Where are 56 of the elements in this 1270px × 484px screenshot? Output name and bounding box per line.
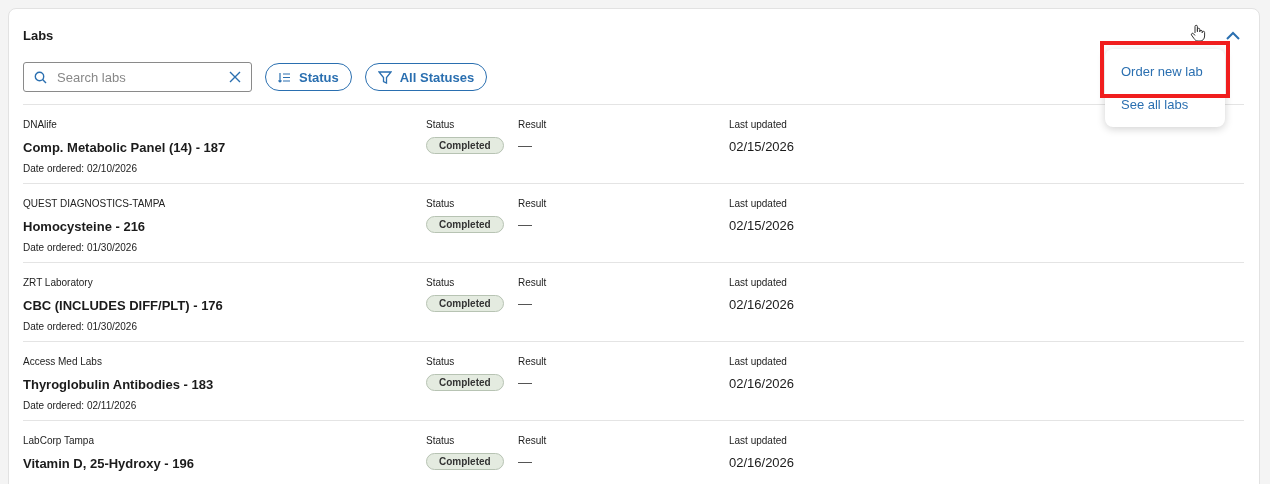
column-label: Last updated (729, 119, 787, 130)
lab-name: QUEST DIAGNOSTICS-TAMPA (23, 198, 166, 209)
last-updated-date: 02/15/2026 (729, 218, 795, 233)
last-updated-date: 02/16/2026 (729, 455, 795, 470)
column-label: Last updated (729, 198, 787, 209)
last-updated-date: 02/16/2026 (729, 297, 795, 312)
test-name[interactable]: Thyroglobulin Antibodies - 183 (23, 377, 214, 392)
column-label: Status (426, 198, 455, 209)
hand-cursor-icon (1190, 24, 1206, 42)
column-label: Status (426, 435, 455, 446)
sort-icon (278, 71, 291, 83)
result-value: — (518, 374, 532, 390)
column-label: Status (426, 356, 455, 367)
result-value: — (518, 453, 532, 469)
result-value: — (518, 216, 532, 232)
menu-item[interactable]: See all labs (1105, 88, 1225, 121)
lab-name: DNAlife (23, 119, 57, 130)
last-updated-date: 02/15/2026 (729, 139, 795, 154)
column-label: Status (426, 119, 455, 130)
test-name[interactable]: CBC (INCLUDES DIFF/PLT) - 176 (23, 298, 223, 313)
column-label: Result (518, 198, 547, 209)
section-title: Labs (23, 27, 54, 43)
column-label: Result (518, 277, 547, 288)
test-name[interactable]: Homocysteine - 216 (23, 219, 146, 234)
column-label: Result (518, 356, 547, 367)
column-label: Last updated (729, 356, 787, 367)
date-ordered: Date ordered: 01/30/2026 (23, 321, 137, 332)
result-value: — (518, 295, 532, 311)
column-label: Result (518, 119, 547, 130)
search-field[interactable]: Search labs (23, 62, 252, 92)
status-badge: Completed (426, 295, 504, 312)
column-label: Last updated (729, 277, 787, 288)
test-name[interactable]: Vitamin D, 25-Hydroxy - 196 (23, 456, 194, 471)
status-badge: Completed (426, 137, 504, 154)
column-label: Status (426, 277, 455, 288)
status-badge: Completed (426, 453, 504, 470)
chevron-up-icon[interactable] (1226, 30, 1240, 40)
status-badge: Completed (426, 374, 504, 391)
menu-item[interactable]: Order new lab (1105, 55, 1225, 88)
column-label: Result (518, 435, 547, 446)
sort-button[interactable]: Status (265, 63, 352, 91)
filter-button[interactable]: All Statuses (364, 63, 488, 91)
lab-name: ZRT Laboratory (23, 277, 93, 288)
date-ordered: Date ordered: 02/10/2026 (23, 163, 137, 174)
clear-icon[interactable] (229, 71, 241, 83)
last-updated-date: 02/16/2026 (729, 376, 795, 391)
date-ordered: Date ordered: 01/30/2026 (23, 242, 137, 253)
lab-name: LabCorp Tampa (23, 435, 94, 446)
status-badge: Completed (426, 216, 504, 233)
date-ordered: Date ordered: 02/11/2026 (23, 400, 137, 411)
result-value: — (518, 137, 532, 153)
lab-name: Access Med Labs (23, 356, 102, 367)
column-label: Last updated (729, 435, 787, 446)
test-name[interactable]: Comp. Metabolic Panel (14) - 187 (23, 140, 226, 155)
filter-icon (377, 70, 392, 84)
search-icon (34, 70, 47, 84)
